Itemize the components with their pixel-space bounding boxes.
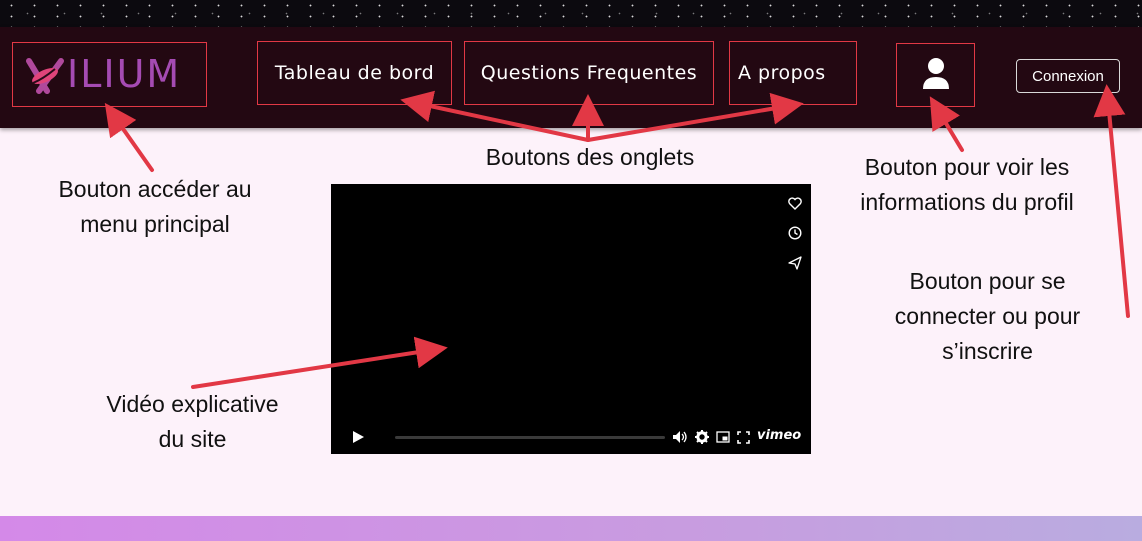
tab-tableau-de-bord[interactable]: Tableau de bord — [257, 41, 452, 105]
profile-button[interactable] — [896, 43, 975, 107]
tab-a-propos[interactable]: A propos — [729, 41, 857, 105]
tab-questions-frequentes[interactable]: Questions Frequentes — [464, 41, 714, 105]
user-icon — [921, 56, 951, 94]
vimeo-logo[interactable]: vimeo — [757, 428, 801, 443]
navbar: ILIUM Tableau de bord Questions Frequent… — [0, 27, 1142, 128]
video-player[interactable]: vimeo — [331, 184, 811, 454]
progress-bar[interactable] — [395, 436, 665, 439]
fullscreen-icon[interactable] — [735, 429, 751, 445]
heart-icon[interactable] — [786, 194, 804, 212]
annotation-video: Vidéo explicative du site — [106, 391, 279, 452]
logo-wordmark: ILIUM — [67, 52, 182, 96]
tab-label: A propos — [738, 62, 826, 84]
send-icon[interactable] — [786, 254, 804, 272]
annotation-menu: Bouton accéder au menu principal — [58, 176, 252, 237]
volume-icon[interactable] — [672, 429, 688, 445]
settings-icon[interactable] — [694, 429, 710, 445]
login-button[interactable]: Connexion — [1016, 59, 1120, 93]
tab-label: Tableau de bord — [274, 62, 435, 84]
clock-icon[interactable] — [786, 224, 804, 242]
logo-button[interactable]: ILIUM — [12, 42, 207, 107]
annotation-profile: Bouton pour voir les informations du pro… — [860, 154, 1074, 215]
pip-icon[interactable] — [715, 429, 731, 445]
tab-label: Questions Frequentes — [480, 62, 698, 84]
starfield-banner — [0, 0, 1142, 27]
footer-gradient-bar — [0, 516, 1142, 541]
play-icon[interactable] — [351, 429, 365, 448]
annotation-tabs: Boutons des onglets — [485, 144, 695, 170]
video-controls: vimeo — [331, 421, 811, 453]
annotation-login: Bouton pour se connecter ou pour s’inscr… — [894, 268, 1081, 364]
logo-icon — [25, 57, 67, 99]
